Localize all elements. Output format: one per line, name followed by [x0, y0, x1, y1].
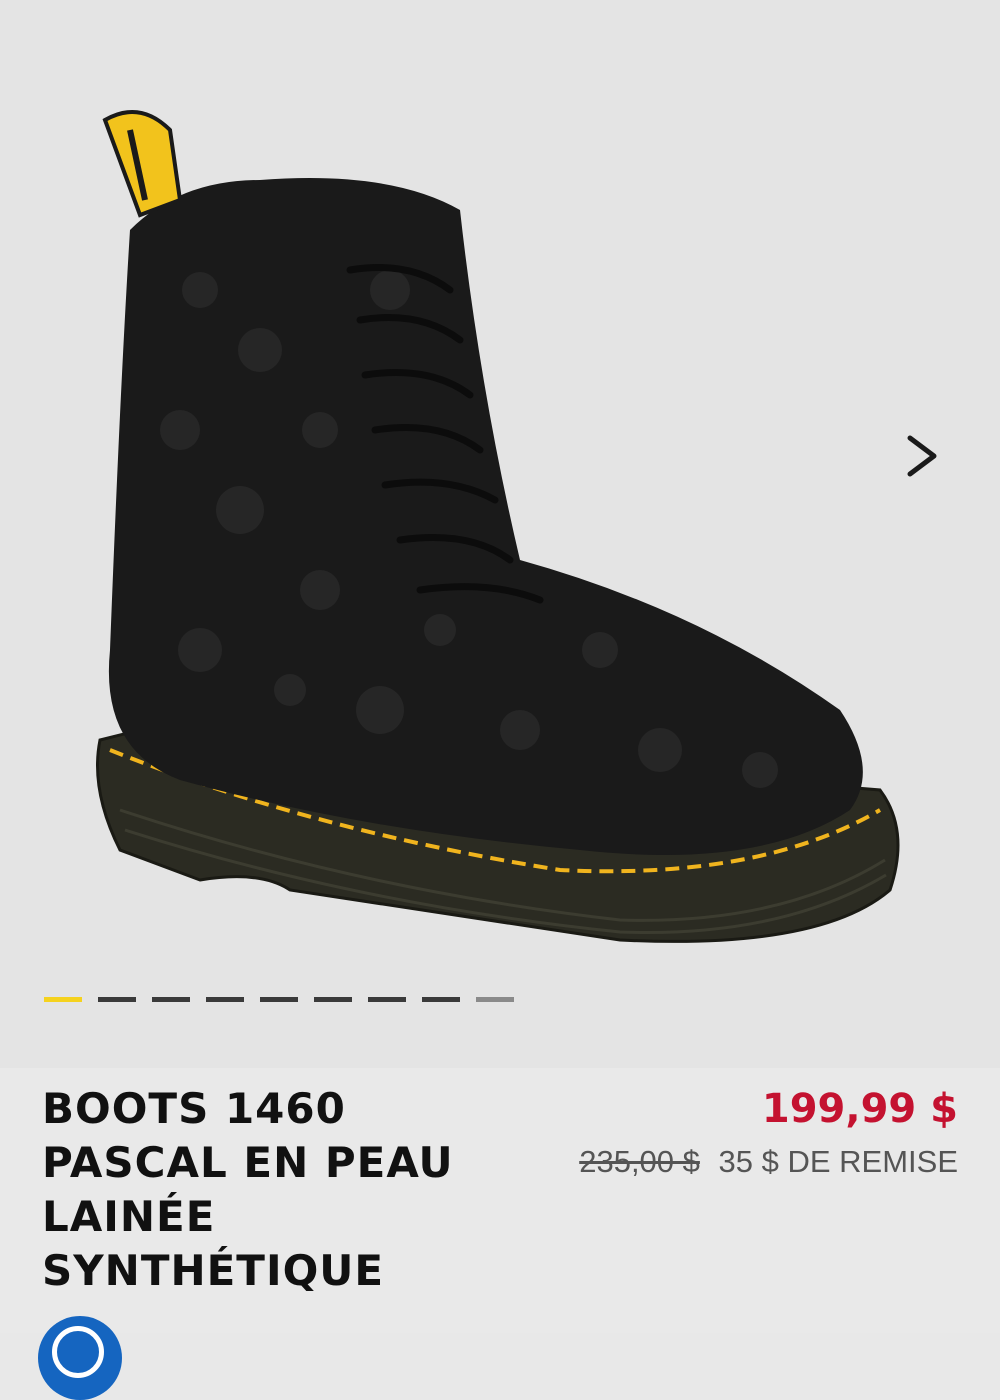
next-image-button[interactable] — [886, 420, 958, 492]
pager-dot[interactable] — [260, 997, 298, 1002]
product-image[interactable] — [60, 90, 940, 970]
pager-dot[interactable] — [44, 997, 82, 1002]
chevron-right-icon — [907, 435, 937, 477]
brand-badge-icon[interactable] — [38, 1316, 122, 1400]
price-details: 235,00 $ 35 $ DE REMISE — [579, 1144, 958, 1180]
discount-amount: 35 $ DE REMISE — [718, 1144, 958, 1179]
pager-dot[interactable] — [422, 997, 460, 1002]
pager-dot[interactable] — [98, 997, 136, 1002]
original-price: 235,00 $ — [579, 1144, 700, 1179]
sale-price: 199,99 $ — [761, 1086, 958, 1132]
pager-dot[interactable] — [476, 997, 514, 1002]
product-gallery[interactable] — [0, 0, 1000, 1068]
gallery-pager — [44, 997, 514, 1002]
pager-dot[interactable] — [152, 997, 190, 1002]
price-block: 199,99 $ 235,00 $ 35 $ DE REMISE — [579, 1082, 958, 1180]
pager-dot[interactable] — [206, 997, 244, 1002]
pager-dot[interactable] — [368, 997, 406, 1002]
pager-dot[interactable] — [314, 997, 352, 1002]
product-title: BOOTS 1460 PASCAL EN PEAU LAINÉE SYNTHÉT… — [42, 1084, 454, 1295]
